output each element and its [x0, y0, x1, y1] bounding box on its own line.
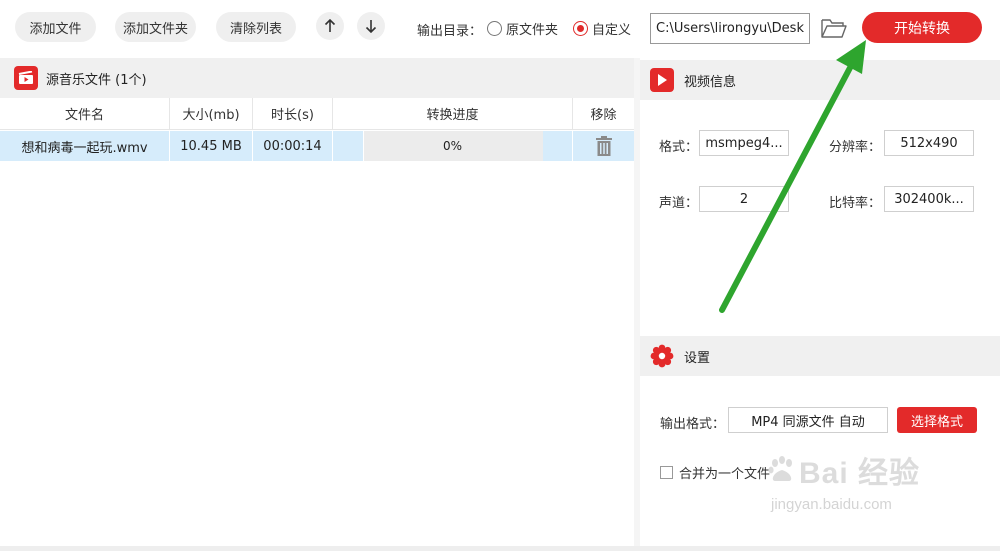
output-format-label: 输出格式： — [660, 417, 726, 432]
output-format-field[interactable]: MP4 同源文件 自动 — [728, 407, 888, 433]
file-panel-title: 源音乐文件 (1个) — [46, 72, 147, 88]
progress-bar: 0% — [362, 131, 543, 161]
baidu-watermark: Bai 经验 jingyan.baidu.com — [765, 448, 965, 528]
arrow-down-icon — [365, 20, 377, 33]
gear-icon — [650, 344, 674, 368]
radio-custom-label: 自定义 — [592, 23, 632, 38]
bottom-bar — [0, 546, 1000, 551]
resolution-label: 分辨率： — [829, 140, 882, 155]
radio-original-label: 原文件夹 — [506, 23, 559, 38]
radio-dot-selected — [573, 21, 588, 36]
move-up-button[interactable] — [316, 12, 344, 40]
output-path-input[interactable]: C:\Users\lirongyu\Desk — [650, 13, 810, 44]
video-info-title: 视频信息 — [684, 74, 737, 90]
progress-fill — [362, 131, 364, 161]
file-table-header: 文件名 大小(mb) 时长(s) 转换进度 移除 — [0, 98, 634, 130]
file-name-cell: 想和病毒一起玩.wmv — [0, 131, 170, 161]
app-window: 添加文件 添加文件夹 清除列表 输出目录： 原文件夹 自定义 C:\Users\… — [0, 0, 1000, 551]
clear-list-button[interactable]: 清除列表 — [216, 12, 296, 42]
merge-files-checkbox[interactable]: 合并为一个文件 — [660, 463, 770, 482]
remove-cell — [573, 131, 634, 161]
bitrate-field: 302400k... — [884, 186, 974, 212]
channels-label: 声道： — [659, 196, 699, 211]
file-size-cell: 10.45 MB — [170, 131, 253, 161]
progress-text: 0% — [442, 139, 463, 153]
toolbar: 添加文件 添加文件夹 清除列表 输出目录： 原文件夹 自定义 C:\Users\… — [0, 0, 1000, 58]
file-panel-header: 源音乐文件 (1个) — [0, 58, 634, 98]
bitrate-label: 比特率： — [829, 196, 882, 211]
folder-open-icon[interactable] — [820, 16, 848, 40]
paw-icon — [768, 456, 792, 481]
progress-cell: 0% — [333, 131, 573, 161]
select-format-button[interactable]: 选择格式 — [897, 407, 977, 433]
column-header-remove: 移除 — [590, 108, 617, 123]
file-list-panel: 源音乐文件 (1个) 文件名 大小(mb) 时长(s) 转换进度 移除 想和病毒… — [0, 58, 634, 548]
column-header-duration: 时长(s) — [253, 98, 333, 129]
merge-files-label: 合并为一个文件 — [679, 467, 771, 482]
video-play-icon — [650, 68, 674, 92]
trash-icon[interactable] — [594, 135, 614, 157]
settings-title: 设置 — [684, 350, 711, 366]
watermark-logo: Bai 经验 — [765, 448, 965, 492]
checkbox-box[interactable] — [660, 466, 673, 479]
start-convert-button[interactable]: 开始转换 — [862, 12, 982, 43]
settings-header: 设置 — [640, 336, 1000, 376]
format-label: 格式： — [659, 140, 699, 155]
resolution-field: 512x490 — [884, 130, 974, 156]
table-row[interactable]: 想和病毒一起玩.wmv 10.45 MB 00:00:14 0% — [0, 131, 634, 161]
format-field: msmpeg4... — [699, 130, 789, 156]
column-header-filename: 文件名 — [0, 98, 170, 129]
channels-field: 2 — [699, 186, 789, 212]
radio-original-folder[interactable]: 原文件夹 — [487, 19, 558, 38]
radio-dot — [487, 21, 502, 36]
watermark-url: jingyan.baidu.com — [771, 496, 892, 513]
move-down-button[interactable] — [357, 12, 385, 40]
watermark-brand: Bai 经验 — [799, 457, 921, 490]
radio-custom-folder[interactable]: 自定义 — [573, 19, 631, 38]
music-file-icon — [14, 66, 38, 90]
video-info-header: 视频信息 — [640, 60, 1000, 100]
add-folder-button[interactable]: 添加文件夹 — [115, 12, 196, 42]
file-duration-cell: 00:00:14 — [253, 131, 333, 161]
column-header-progress: 转换进度 — [333, 98, 573, 129]
column-header-size: 大小(mb) — [170, 98, 253, 129]
output-dir-label: 输出目录： — [417, 24, 483, 39]
arrow-up-icon — [324, 19, 336, 32]
add-file-button[interactable]: 添加文件 — [15, 12, 96, 42]
